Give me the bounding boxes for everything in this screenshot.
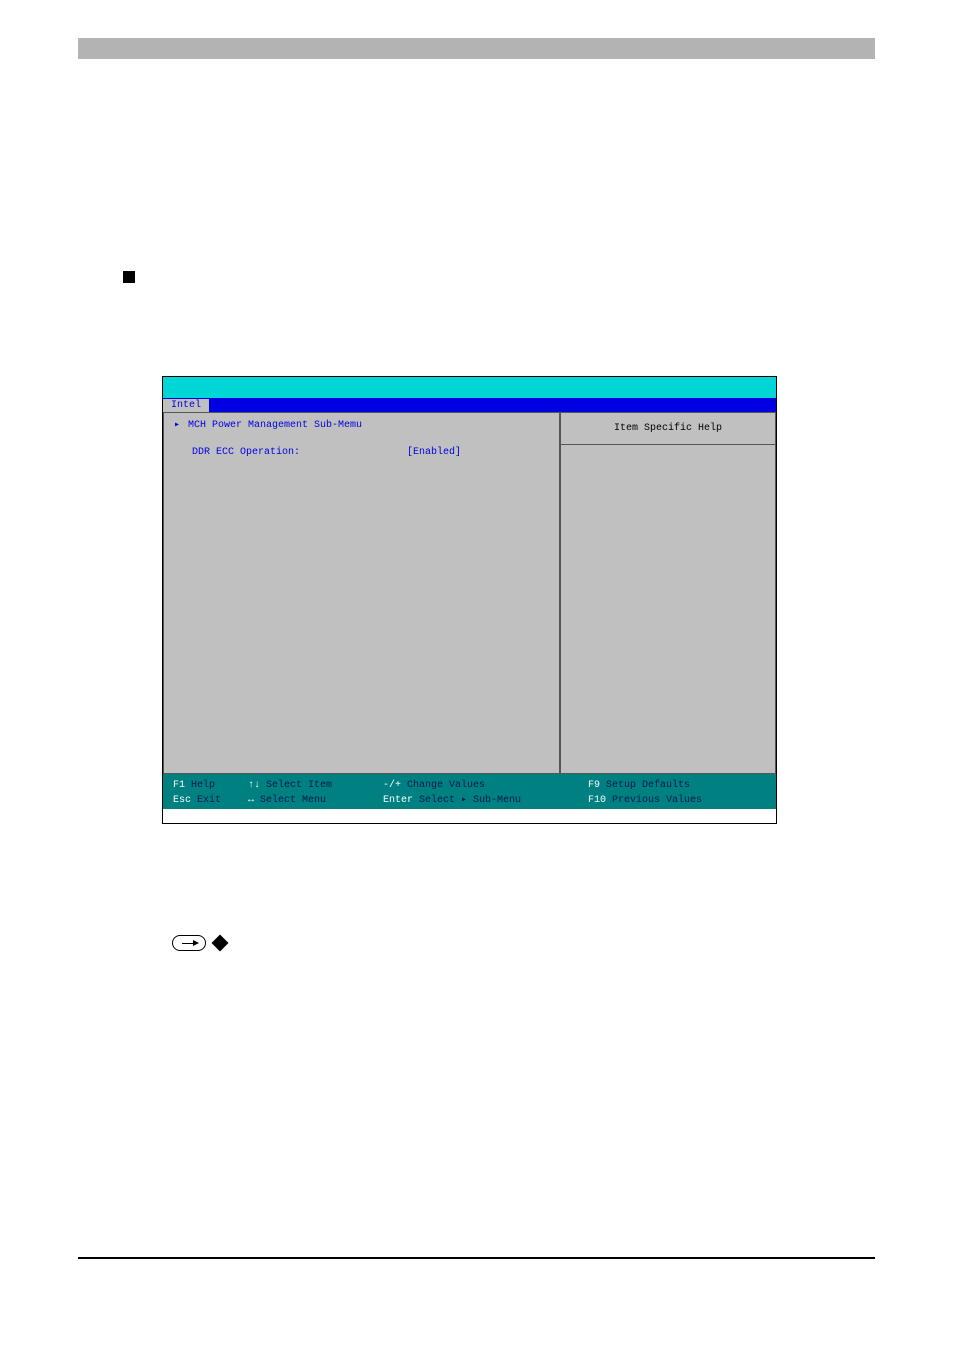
label-help: Help: [191, 778, 215, 793]
bios-footer-row-1: F1 Help ↑↓ Select Item -/+ Change Values…: [173, 778, 766, 793]
diamond-bullet-icon: [212, 935, 229, 952]
arrow-line: [182, 943, 196, 944]
label-exit: Exit: [197, 793, 221, 808]
bullet-square-icon: [123, 271, 135, 283]
triangle-right-icon: ▸: [174, 419, 180, 433]
page-footer-rule: [78, 1257, 875, 1259]
bios-help-panel: Item Specific Help: [560, 412, 776, 774]
label-change-values: Change Values: [407, 778, 485, 793]
bios-main-panel: ▸ MCH Power Management Sub-Memu DDR ECC …: [163, 412, 560, 774]
key-f9[interactable]: F9: [588, 778, 600, 793]
label-setup-defaults: Setup Defaults: [606, 778, 690, 793]
key-leftright[interactable]: ↔: [248, 793, 254, 808]
label-previous-values: Previous Values: [612, 793, 702, 808]
bios-footer-row-2: Esc Exit ↔ Select Menu Enter Select ▸ Su…: [173, 793, 766, 808]
submenu-label: MCH Power Management Sub-Memu: [188, 419, 362, 433]
option-row[interactable]: DDR ECC Operation: [Enabled]: [174, 446, 549, 460]
key-updown[interactable]: ↑↓: [248, 778, 260, 793]
key-minusplus[interactable]: -/+: [383, 778, 401, 793]
bios-menu-bar[interactable]: Intel: [163, 398, 776, 412]
key-enter[interactable]: Enter: [383, 793, 413, 808]
key-esc[interactable]: Esc: [173, 793, 191, 808]
key-f1[interactable]: F1: [173, 778, 185, 793]
bios-screen: Intel ▸ MCH Power Management Sub-Memu DD…: [162, 376, 777, 824]
key-f10[interactable]: F10: [588, 793, 606, 808]
bios-help-body: [561, 445, 775, 773]
bios-body: ▸ MCH Power Management Sub-Memu DDR ECC …: [163, 412, 776, 774]
arrow-head-icon: [193, 940, 199, 946]
bios-footer: F1 Help ↑↓ Select Item -/+ Change Values…: [163, 774, 776, 809]
bios-title-bar: [163, 377, 776, 398]
label-select-submenu: Select ▸ Sub-Menu: [419, 793, 521, 808]
option-label: DDR ECC Operation:: [192, 446, 407, 460]
label-select-item: Select Item: [266, 778, 332, 793]
tab-intel[interactable]: Intel: [163, 399, 209, 412]
option-value[interactable]: [Enabled]: [407, 446, 461, 460]
arrow-right-pill-icon: [172, 935, 206, 951]
label-select-menu: Select Menu: [260, 793, 326, 808]
submenu-row[interactable]: ▸ MCH Power Management Sub-Memu: [174, 419, 549, 433]
bios-help-header: Item Specific Help: [561, 413, 775, 445]
page-header-gray-bar: [78, 38, 875, 59]
